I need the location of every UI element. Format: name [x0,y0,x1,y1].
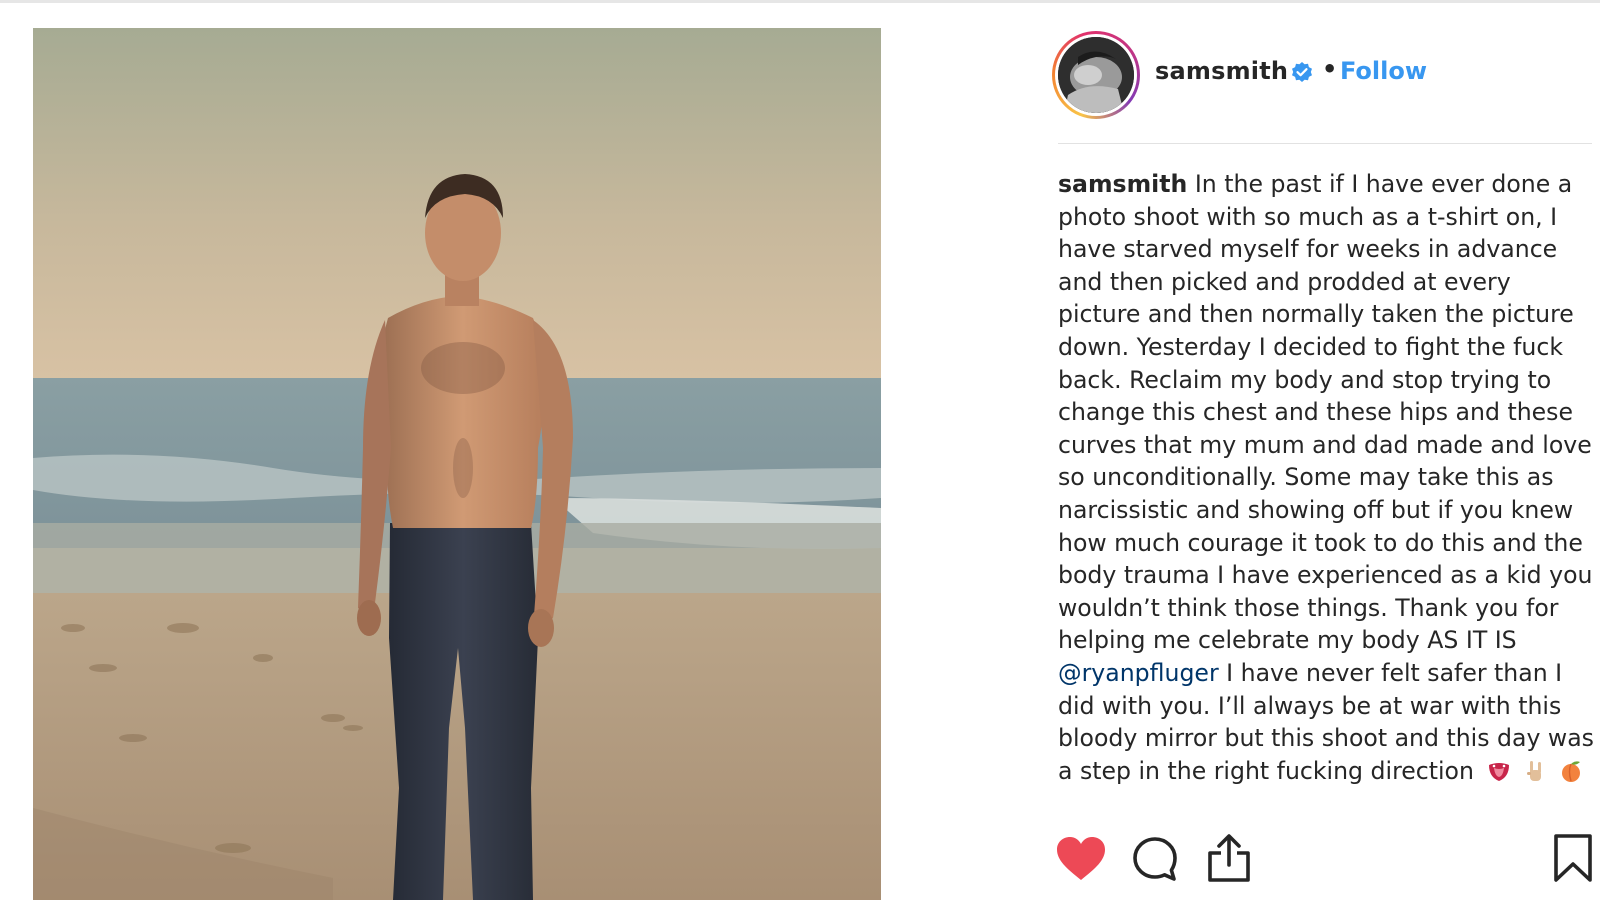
verified-badge-icon [1292,62,1312,82]
mention-link[interactable]: @ryanpfluger [1058,659,1219,687]
separator-dot: • [1322,55,1338,83]
avatar[interactable] [1052,31,1140,119]
avatar-image [1058,37,1134,113]
header-divider [1058,143,1592,144]
share-icon[interactable] [1206,833,1252,883]
comment-icon[interactable] [1131,835,1179,883]
username-link[interactable]: samsmith [1155,57,1288,85]
top-divider [0,0,1600,3]
caption-author-link[interactable]: samsmith [1058,170,1187,198]
post-caption: samsmith In the past if I have ever done… [1058,168,1596,816]
heart-icon[interactable] [1056,836,1106,882]
peach-emoji-icon [1562,761,1581,782]
avatar-photo [1058,37,1134,113]
beach-portrait-image [33,28,881,900]
follow-button[interactable]: Follow [1340,57,1427,85]
bookmark-icon[interactable] [1553,833,1593,883]
tongue-emoji-icon [1489,762,1510,781]
rock-hand-emoji-icon [1527,760,1542,781]
caption-text: In the past if I have ever done a photo … [1058,170,1593,655]
post-photo[interactable] [33,28,881,900]
